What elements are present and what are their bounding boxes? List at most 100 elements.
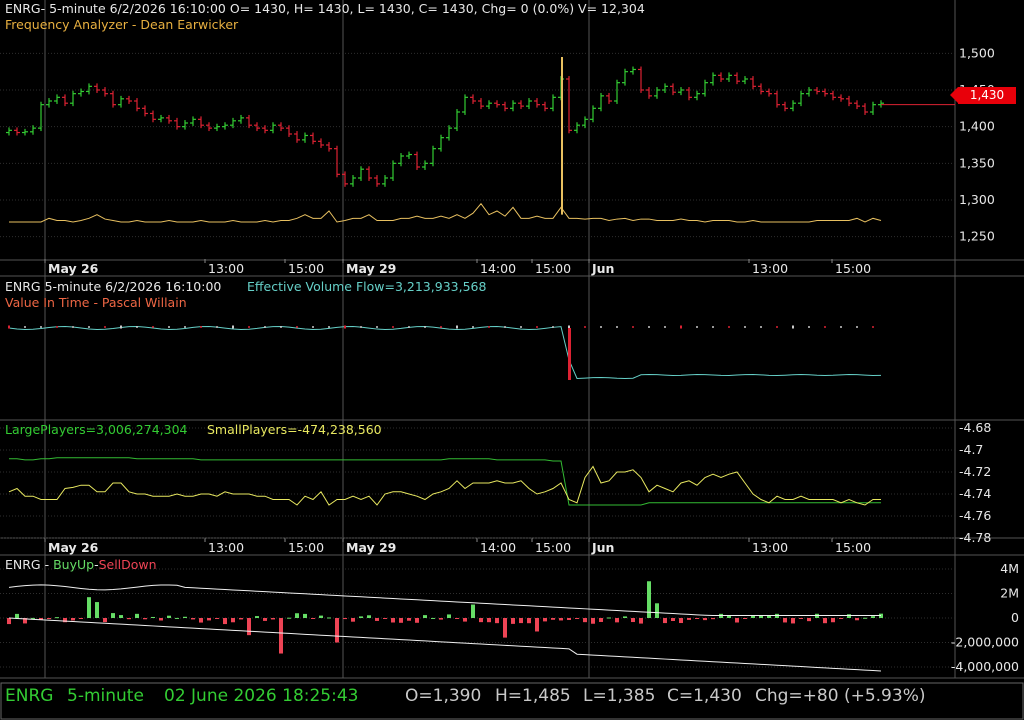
buysell-tick-label: 0	[1011, 610, 1019, 625]
price-tick-label: 1,350	[959, 155, 995, 170]
bottom-x-tick-label: 13:00	[208, 540, 244, 555]
selldown-bar	[279, 618, 283, 654]
buyup-bar	[471, 604, 475, 618]
top-x-tick-label: 15:00	[288, 261, 324, 276]
selldown-bar	[383, 618, 387, 619]
top-x-tick-label: 14:00	[480, 261, 516, 276]
value-in-time-bar	[808, 326, 810, 328]
value-in-time-bar	[328, 326, 330, 328]
bottom-x-tick-label: 15:00	[835, 540, 871, 555]
selldown-bar	[263, 618, 267, 621]
buyup-bar	[863, 617, 867, 619]
value-in-time-bar	[600, 326, 602, 328]
players-tick-label: -4.68	[959, 420, 991, 435]
value-in-time-bar	[488, 326, 490, 328]
value-in-time-bar	[344, 325, 346, 329]
status-close: C=1,430	[667, 686, 742, 706]
top-x-tick-label: 15:00	[535, 261, 571, 276]
selldown-bar	[615, 618, 619, 623]
value-in-time-bar	[632, 326, 634, 328]
players-tick-label: -4.74	[959, 486, 991, 501]
selldown-bar	[743, 618, 747, 619]
selldown-bar	[199, 618, 203, 623]
bottom-x-tick-label: 13:00	[752, 540, 788, 555]
status-high: H=1,485	[495, 686, 571, 706]
value-in-time-bar	[376, 326, 378, 328]
value-in-time-bar	[56, 326, 58, 328]
value-in-time-bar	[248, 326, 250, 328]
buyup-bar	[183, 616, 187, 618]
players-tick-label: -4.76	[959, 508, 991, 523]
status-datetime: 02 June 2026 18:25:43	[164, 686, 359, 706]
panel4-symbol: ENRG -	[5, 557, 54, 572]
value-in-time-bar	[200, 326, 202, 328]
panel3-small-players: SmallPlayers=-474,238,560	[207, 422, 382, 437]
price-tick-label: 1,300	[959, 192, 995, 207]
selldown-bar	[247, 618, 251, 636]
selldown-bar	[583, 618, 587, 623]
selldown-bar	[631, 618, 635, 623]
selldown-bar	[495, 618, 499, 624]
buyup-bar	[359, 616, 363, 618]
panel3-large-players: LargePlayers=3,006,274,304	[5, 422, 188, 437]
evf-line	[8, 326, 882, 379]
selldown-bar	[527, 618, 531, 624]
buyup-bar	[175, 617, 179, 619]
selldown-bar	[711, 618, 715, 620]
selldown-bar	[831, 618, 835, 623]
top-x-tick-label: 15:00	[835, 261, 871, 276]
selldown-bar	[839, 618, 843, 619]
bottom-x-tick-label: 15:00	[288, 540, 324, 555]
selldown-bar	[375, 618, 379, 621]
bottom-x-tick-label: May 29	[346, 540, 396, 555]
status-change: Chg=+80 (+5.93%)	[755, 686, 926, 706]
panel1-indicator: Frequency Analyzer - Dean Earwicker	[5, 17, 239, 32]
selldown-bar	[703, 618, 707, 621]
selldown-bar	[543, 618, 547, 622]
selldown-bar	[191, 618, 195, 620]
value-in-time-bar	[120, 325, 122, 329]
value-in-time-bar	[408, 326, 410, 328]
panel4-selldown: SellDown	[98, 557, 157, 572]
buysell-tick-label: 4M	[1000, 561, 1019, 576]
status-low: L=1,385	[583, 686, 656, 706]
selldown-bar	[407, 618, 411, 621]
buyup-bar	[319, 615, 323, 618]
status-open: O=1,390	[405, 686, 482, 706]
value-in-time-bar	[664, 326, 666, 328]
selldown-bar	[223, 618, 227, 625]
selldown-bar	[591, 618, 595, 624]
value-in-time-bar	[792, 325, 794, 329]
selldown-bar	[311, 618, 315, 619]
value-in-time-bar	[392, 326, 394, 328]
selldown-bar	[567, 618, 571, 621]
bottom-x-tick-label: 15:00	[535, 540, 571, 555]
buyup-bar	[119, 615, 123, 618]
selldown-bar	[343, 618, 347, 620]
bottom-x-tick-label: May 26	[48, 540, 99, 555]
value-in-time-bar	[40, 326, 42, 328]
bottom-x-tick-label: 14:00	[480, 540, 516, 555]
top-x-tick-label: May 29	[346, 261, 396, 276]
selldown-bar	[503, 618, 507, 638]
players-tick-label: -4.72	[959, 464, 991, 479]
selldown-bar	[463, 618, 467, 622]
panel2-title: ENRG 5-minute 6/2/2026 16:10:00	[5, 279, 222, 294]
value-in-time-bar	[520, 326, 522, 328]
buyup-bar	[751, 615, 755, 618]
value-in-time-bar	[24, 326, 26, 328]
value-in-time-bar	[424, 326, 426, 328]
value-in-time-bar	[648, 326, 650, 328]
panel4-title: ENRG - BuyUp-SellDown	[5, 557, 157, 573]
buyup-bar	[255, 616, 259, 618]
selldown-bar	[575, 618, 579, 619]
selldown-bar	[799, 618, 803, 619]
panel1-title: ENRG- 5-minute 6/2/2026 16:10:00 O= 1430…	[5, 1, 645, 16]
value-in-time-bar	[680, 325, 682, 329]
buyup-bar	[447, 614, 451, 618]
panel4-buyup: BuyUp	[53, 557, 95, 572]
selldown-bar	[551, 618, 555, 620]
selldown-bar	[535, 618, 539, 632]
value-in-time-bar	[152, 326, 154, 328]
last-price-tag: 1,430	[950, 87, 1016, 104]
